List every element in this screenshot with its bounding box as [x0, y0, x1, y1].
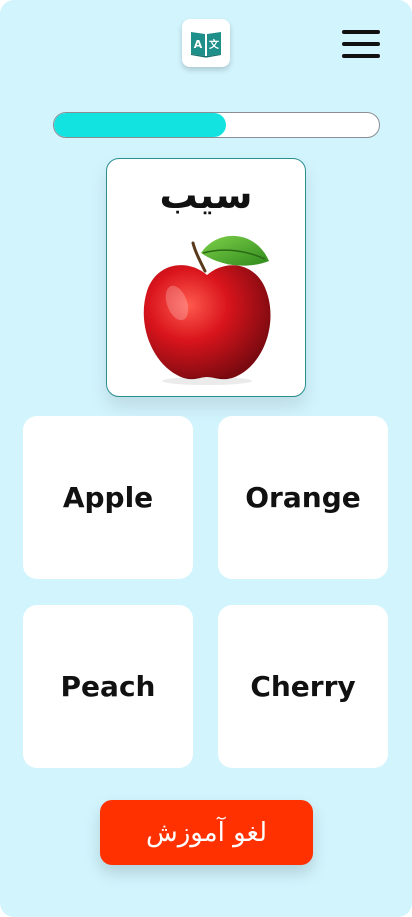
- option-apple[interactable]: Apple: [23, 416, 193, 579]
- option-cherry[interactable]: Cherry: [218, 605, 388, 768]
- option-label: Apple: [62, 481, 154, 514]
- option-peach[interactable]: Peach: [23, 605, 193, 768]
- menu-bar-top: [342, 30, 380, 34]
- option-orange[interactable]: Orange: [218, 416, 388, 579]
- progress-bar: [53, 112, 380, 138]
- logo-letter-cjk: 文: [209, 38, 220, 51]
- word-card: سیب: [106, 158, 306, 397]
- menu-bar-middle: [342, 42, 380, 46]
- menu-bar-bottom: [342, 54, 380, 58]
- hamburger-menu-icon[interactable]: [342, 28, 382, 60]
- app-logo: A 文: [182, 19, 230, 67]
- option-label: Cherry: [250, 670, 356, 703]
- red-apple-icon: [143, 235, 271, 385]
- quiz-screen: A 文 سیب Apple Orange Peach Cherry لغو آم…: [0, 0, 412, 917]
- progress-fill: [54, 113, 227, 137]
- option-label: Peach: [60, 670, 156, 703]
- logo-letter-latin: A: [194, 38, 203, 51]
- word-text: سیب: [159, 173, 253, 217]
- translate-book-icon: A 文: [191, 32, 221, 58]
- option-label: Orange: [245, 481, 361, 514]
- cancel-training-button[interactable]: لغو آموزش: [100, 800, 313, 865]
